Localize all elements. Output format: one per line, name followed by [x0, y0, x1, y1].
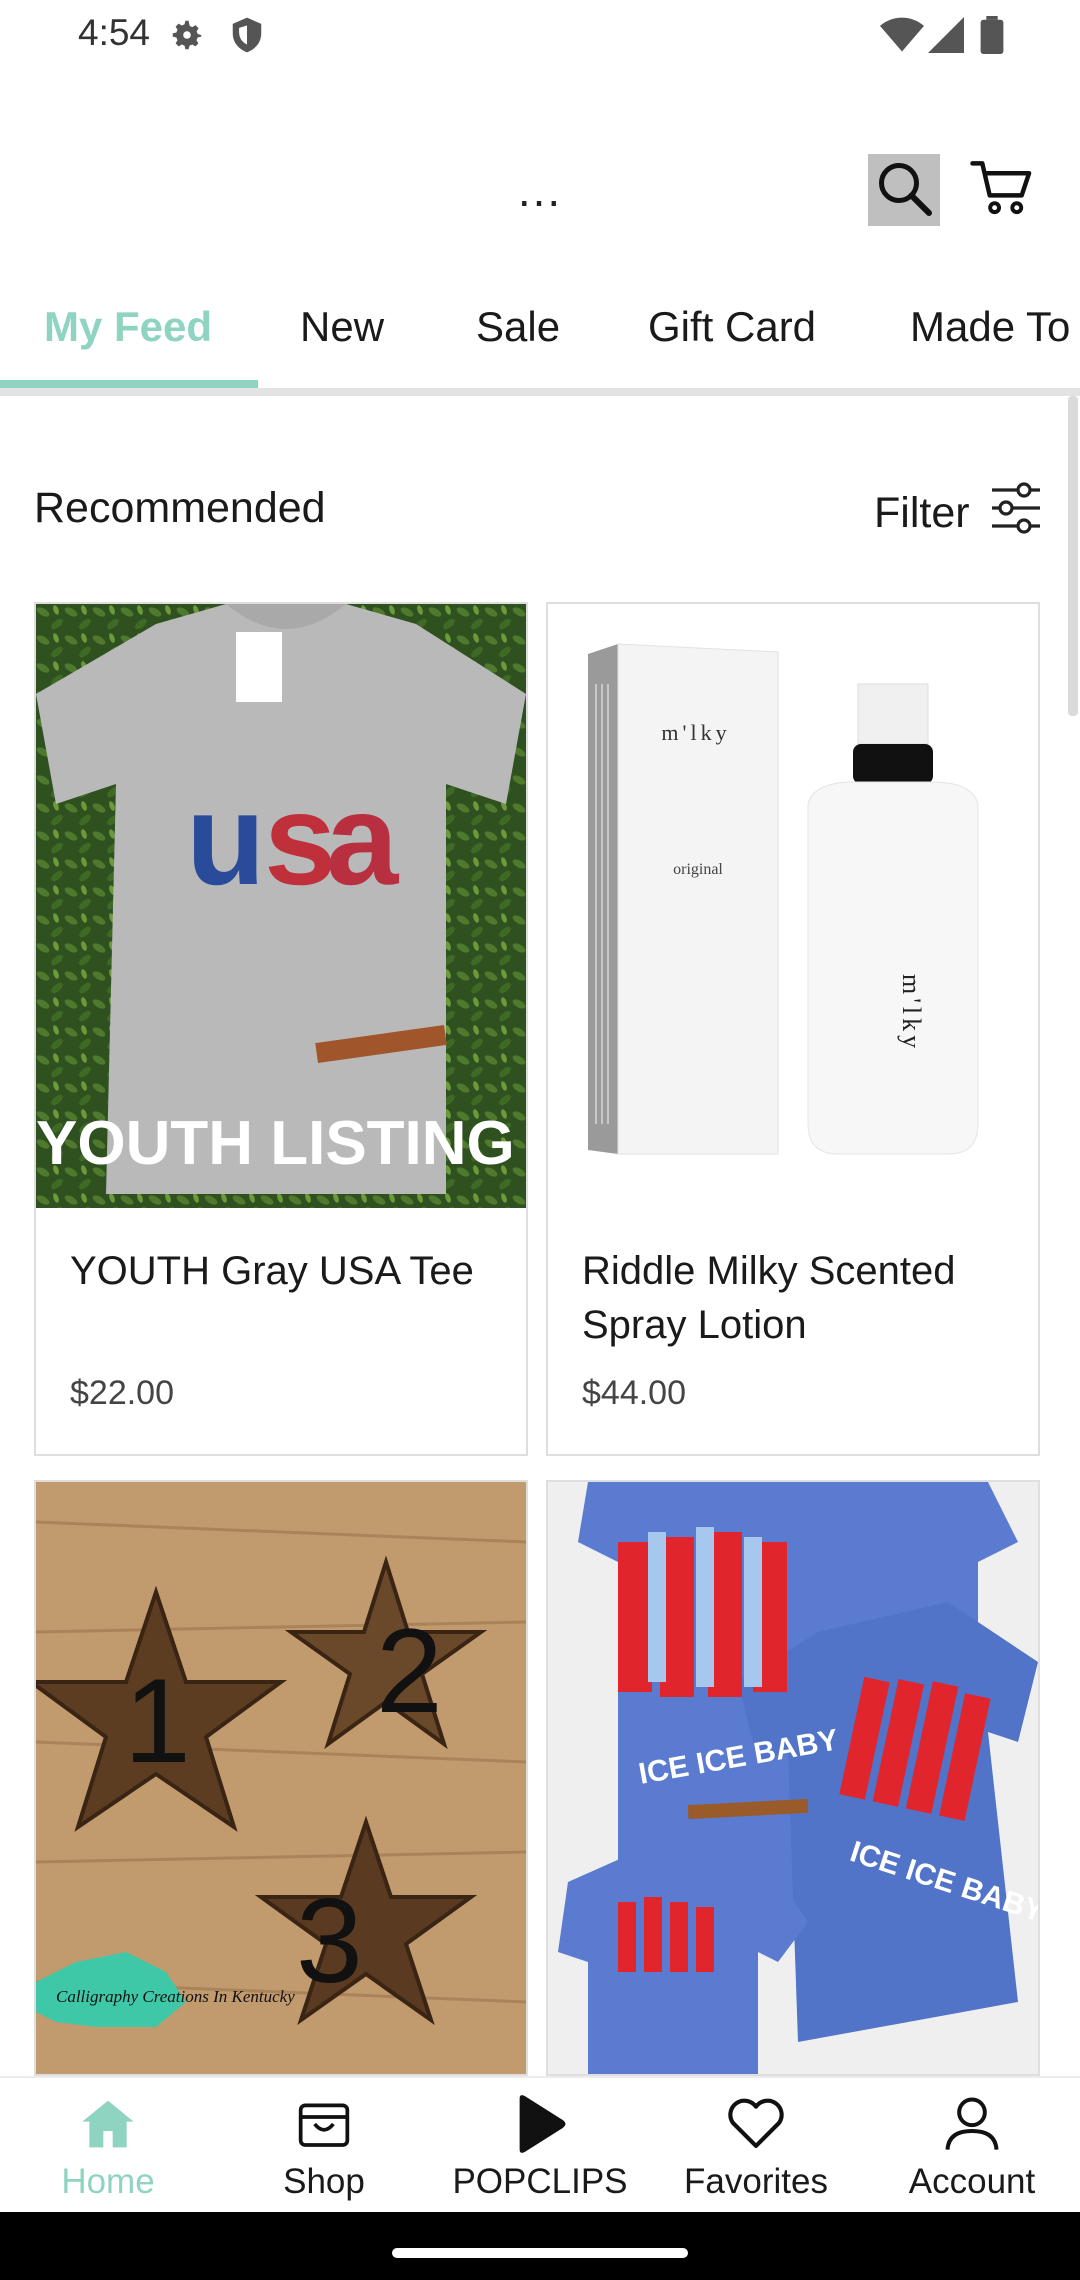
svg-text:1: 1	[124, 1654, 191, 1788]
tab-gift-card[interactable]: Gift Card	[648, 268, 816, 386]
product-card[interactable]: u s a YOUTH LISTING YOUTH Gray USA Tee $…	[34, 602, 528, 1456]
nav-favorites-label: Favorites	[684, 2162, 828, 2201]
product-image[interactable]: u s a YOUTH LISTING	[36, 604, 526, 1208]
svg-text:u: u	[186, 766, 265, 912]
search-icon	[874, 158, 934, 223]
shield-icon	[230, 16, 264, 59]
category-tabs: My Feed New Sale Gift Card Made To	[0, 268, 1080, 390]
battery-icon	[980, 16, 1004, 59]
nav-popclips[interactable]: POPCLIPS	[432, 2078, 648, 2214]
signal-icon	[928, 16, 964, 59]
filter-button[interactable]: Filter	[874, 478, 1042, 548]
home-icon	[80, 2092, 136, 2156]
product-card[interactable]: m'lky original m'lky Riddle Milky Scente…	[546, 602, 1040, 1456]
system-navigation-bar	[0, 2212, 1080, 2280]
product-image[interactable]: 1 2 3 Calligraphy Creations In Kentucky	[36, 1482, 526, 2074]
product-price: $44.00	[582, 1374, 686, 1412]
nav-shop[interactable]: Shop	[216, 2078, 432, 2214]
svg-text:3: 3	[296, 1874, 363, 2008]
tab-new[interactable]: New	[300, 268, 384, 386]
tab-my-feed[interactable]: My Feed	[44, 268, 212, 386]
nav-popclips-label: POPCLIPS	[452, 2162, 628, 2201]
svg-text:2: 2	[376, 1604, 443, 1738]
product-name: Riddle Milky Scented Spray Lotion	[582, 1249, 956, 1347]
settings-icon	[168, 16, 206, 59]
status-bar: 4:54	[0, 0, 1080, 70]
status-time: 4:54	[78, 12, 151, 53]
cart-icon	[970, 158, 1034, 223]
tabs-divider	[0, 388, 1080, 396]
product-name: YOUTH Gray USA Tee	[70, 1249, 474, 1293]
bottom-navigation: Home Shop POPCLIPS Favorites Account	[0, 2076, 1080, 2214]
nav-home[interactable]: Home	[0, 2078, 216, 2214]
nav-account[interactable]: Account	[864, 2078, 1080, 2214]
scrollbar[interactable]	[1068, 396, 1078, 716]
more-options-button[interactable]: ...	[510, 160, 570, 220]
product-image[interactable]: m'lky original m'lky	[548, 604, 1038, 1208]
cart-button[interactable]	[966, 154, 1038, 226]
nav-favorites[interactable]: Favorites	[648, 2078, 864, 2214]
product-card[interactable]: 1 2 3 Calligraphy Creations In Kentucky	[34, 1480, 528, 2076]
shop-icon	[296, 2092, 352, 2156]
svg-text:a: a	[326, 766, 400, 912]
play-icon	[512, 2092, 568, 2156]
nav-shop-label: Shop	[283, 2162, 365, 2201]
heart-icon	[726, 2092, 786, 2156]
image-overlay-text: YOUTH LISTING	[36, 1109, 515, 1178]
watermark-logo-text: Calligraphy Creations In Kentucky	[56, 1987, 295, 2006]
product-price: $22.00	[70, 1374, 174, 1412]
product-image[interactable]: ICE ICE BABY ICE ICE BABY	[548, 1482, 1038, 2074]
tab-sale[interactable]: Sale	[476, 268, 560, 386]
filter-label: Filter	[874, 488, 970, 537]
home-gesture-handle[interactable]	[392, 2248, 688, 2258]
nav-home-label: Home	[61, 2162, 155, 2201]
svg-text:m'lky: m'lky	[897, 974, 926, 1052]
tab-made-to[interactable]: Made To	[910, 268, 1070, 386]
filter-sliders-icon	[990, 480, 1042, 547]
box-brand-text: m'lky	[661, 720, 730, 745]
top-app-bar: ...	[0, 130, 1080, 250]
product-card[interactable]: ICE ICE BABY ICE ICE BABY	[546, 1480, 1040, 2076]
account-icon	[943, 2092, 1001, 2156]
nav-account-label: Account	[908, 2162, 1036, 2201]
search-button[interactable]	[868, 154, 940, 226]
active-tab-indicator	[0, 380, 258, 388]
section-title: Recommended	[34, 484, 326, 532]
svg-text:original: original	[673, 861, 723, 878]
wifi-icon	[880, 16, 924, 59]
